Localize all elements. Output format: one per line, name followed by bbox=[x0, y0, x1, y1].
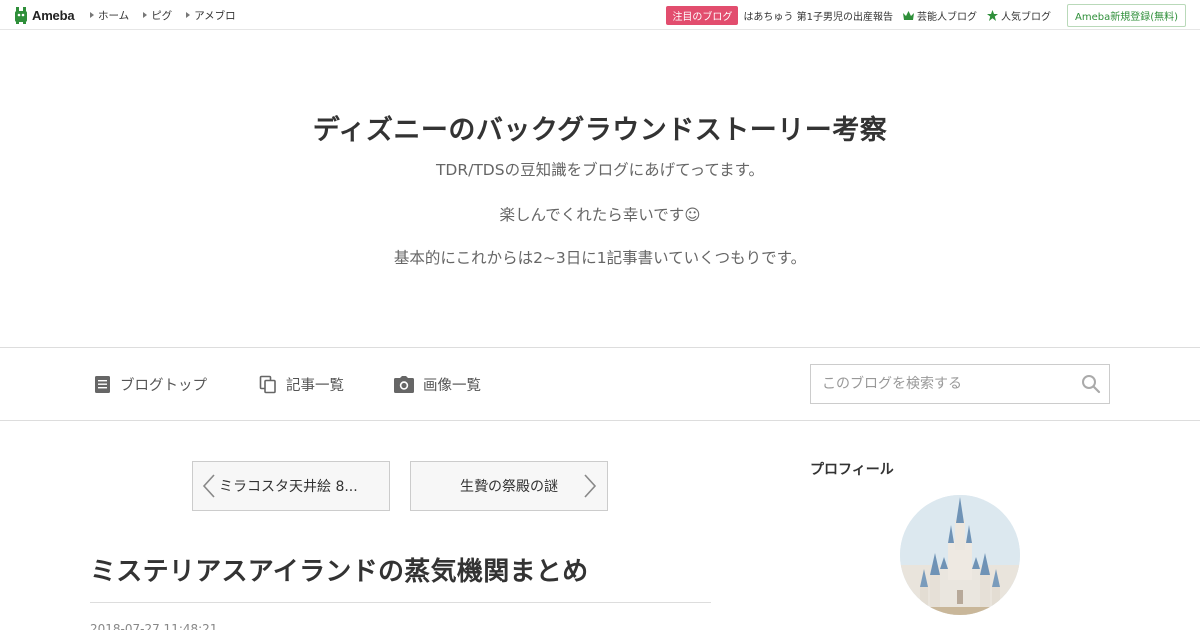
prev-article-button[interactable]: ミラコスタ天井絵 8... bbox=[192, 461, 390, 511]
popular-blog-label: 人気ブログ bbox=[1000, 11, 1051, 23]
nav-home-label: ホーム bbox=[98, 9, 130, 22]
blog-nav: ブログトップ 記事一覧 画像一覧 bbox=[0, 347, 1200, 421]
search-icon[interactable] bbox=[1081, 374, 1101, 394]
popular-blog-link[interactable]: 人気ブログ bbox=[986, 8, 1051, 23]
chevron-right-icon bbox=[584, 474, 597, 498]
nav-ameblo-label: アメブロ bbox=[194, 9, 236, 22]
title-divider bbox=[90, 602, 711, 603]
copy-pages-icon bbox=[259, 375, 276, 394]
article-title[interactable]: ミステリアスアイランドの蒸気機関まとめ bbox=[90, 551, 588, 588]
ameba-logo[interactable]: Ameba bbox=[14, 6, 75, 24]
blog-search bbox=[810, 364, 1110, 404]
celeb-blog-label: 芸能人ブログ bbox=[916, 11, 977, 23]
attention-link[interactable]: はあちゅう 第1子男児の出産報告 bbox=[743, 8, 893, 23]
camera-icon bbox=[394, 376, 414, 393]
blog-description-line-3: 基本的にこれからは2~3日に1記事書いていくつもりです。 bbox=[393, 249, 807, 267]
chevron-left-icon bbox=[202, 474, 215, 498]
article-date: 2018-07-27 11:48:21 bbox=[90, 622, 218, 630]
blog-description-line-2: 楽しんでくれたら幸いです☺ bbox=[499, 206, 701, 224]
attention-badge: 注目のブログ bbox=[666, 5, 739, 25]
global-header: Ameba ホーム ピグ アメブロ 注目のブログ はあちゅう 第1子男児の出産報… bbox=[0, 0, 1200, 30]
blog-title[interactable]: ディズニーのバックグラウンドストーリー考察 bbox=[0, 108, 1200, 147]
article-list-link[interactable]: 記事一覧 bbox=[259, 374, 344, 395]
nav-home-link[interactable]: ホーム bbox=[90, 8, 129, 23]
search-input[interactable] bbox=[811, 365, 1073, 403]
image-list-link[interactable]: 画像一覧 bbox=[394, 374, 481, 395]
header-right: 注目のブログ はあちゅう 第1子男児の出産報告 芸能人ブログ 人気ブログ Ame… bbox=[666, 0, 1186, 30]
image-list-label: 画像一覧 bbox=[423, 378, 481, 394]
ameba-mascot-icon bbox=[15, 7, 27, 24]
triangle-icon bbox=[186, 12, 191, 18]
celeb-blog-link[interactable]: 芸能人ブログ bbox=[902, 8, 977, 23]
blog-top-label: ブログトップ bbox=[120, 378, 207, 394]
profile-heading: プロフィール bbox=[810, 462, 894, 478]
article-list-label: 記事一覧 bbox=[286, 378, 344, 394]
triangle-icon bbox=[90, 12, 94, 18]
prev-article-label: ミラコスタ天井絵 8... bbox=[219, 479, 358, 495]
profile-avatar[interactable] bbox=[900, 495, 1020, 615]
star-icon bbox=[986, 9, 998, 21]
triangle-icon bbox=[143, 12, 148, 18]
nav-pigg-label: ピグ bbox=[151, 9, 173, 22]
nav-pigg-link[interactable]: ピグ bbox=[143, 8, 172, 23]
next-article-label: 生贄の祭殿の謎 bbox=[460, 479, 558, 495]
logo-text: Ameba bbox=[32, 7, 75, 23]
next-article-button[interactable]: 生贄の祭殿の謎 bbox=[410, 461, 608, 511]
castle-avatar-image bbox=[900, 495, 1020, 615]
global-nav: ホーム ピグ アメブロ bbox=[90, 0, 250, 30]
nav-ameblo-link[interactable]: アメブロ bbox=[186, 8, 236, 23]
blog-top-link[interactable]: ブログトップ bbox=[94, 374, 207, 395]
document-icon bbox=[95, 376, 110, 393]
blog-description-line-1: TDR/TDSの豆知識をブログにあげてってます。 bbox=[435, 161, 765, 179]
signup-button[interactable]: Ameba新規登録(無料) bbox=[1066, 3, 1186, 27]
crown-icon bbox=[902, 10, 914, 20]
